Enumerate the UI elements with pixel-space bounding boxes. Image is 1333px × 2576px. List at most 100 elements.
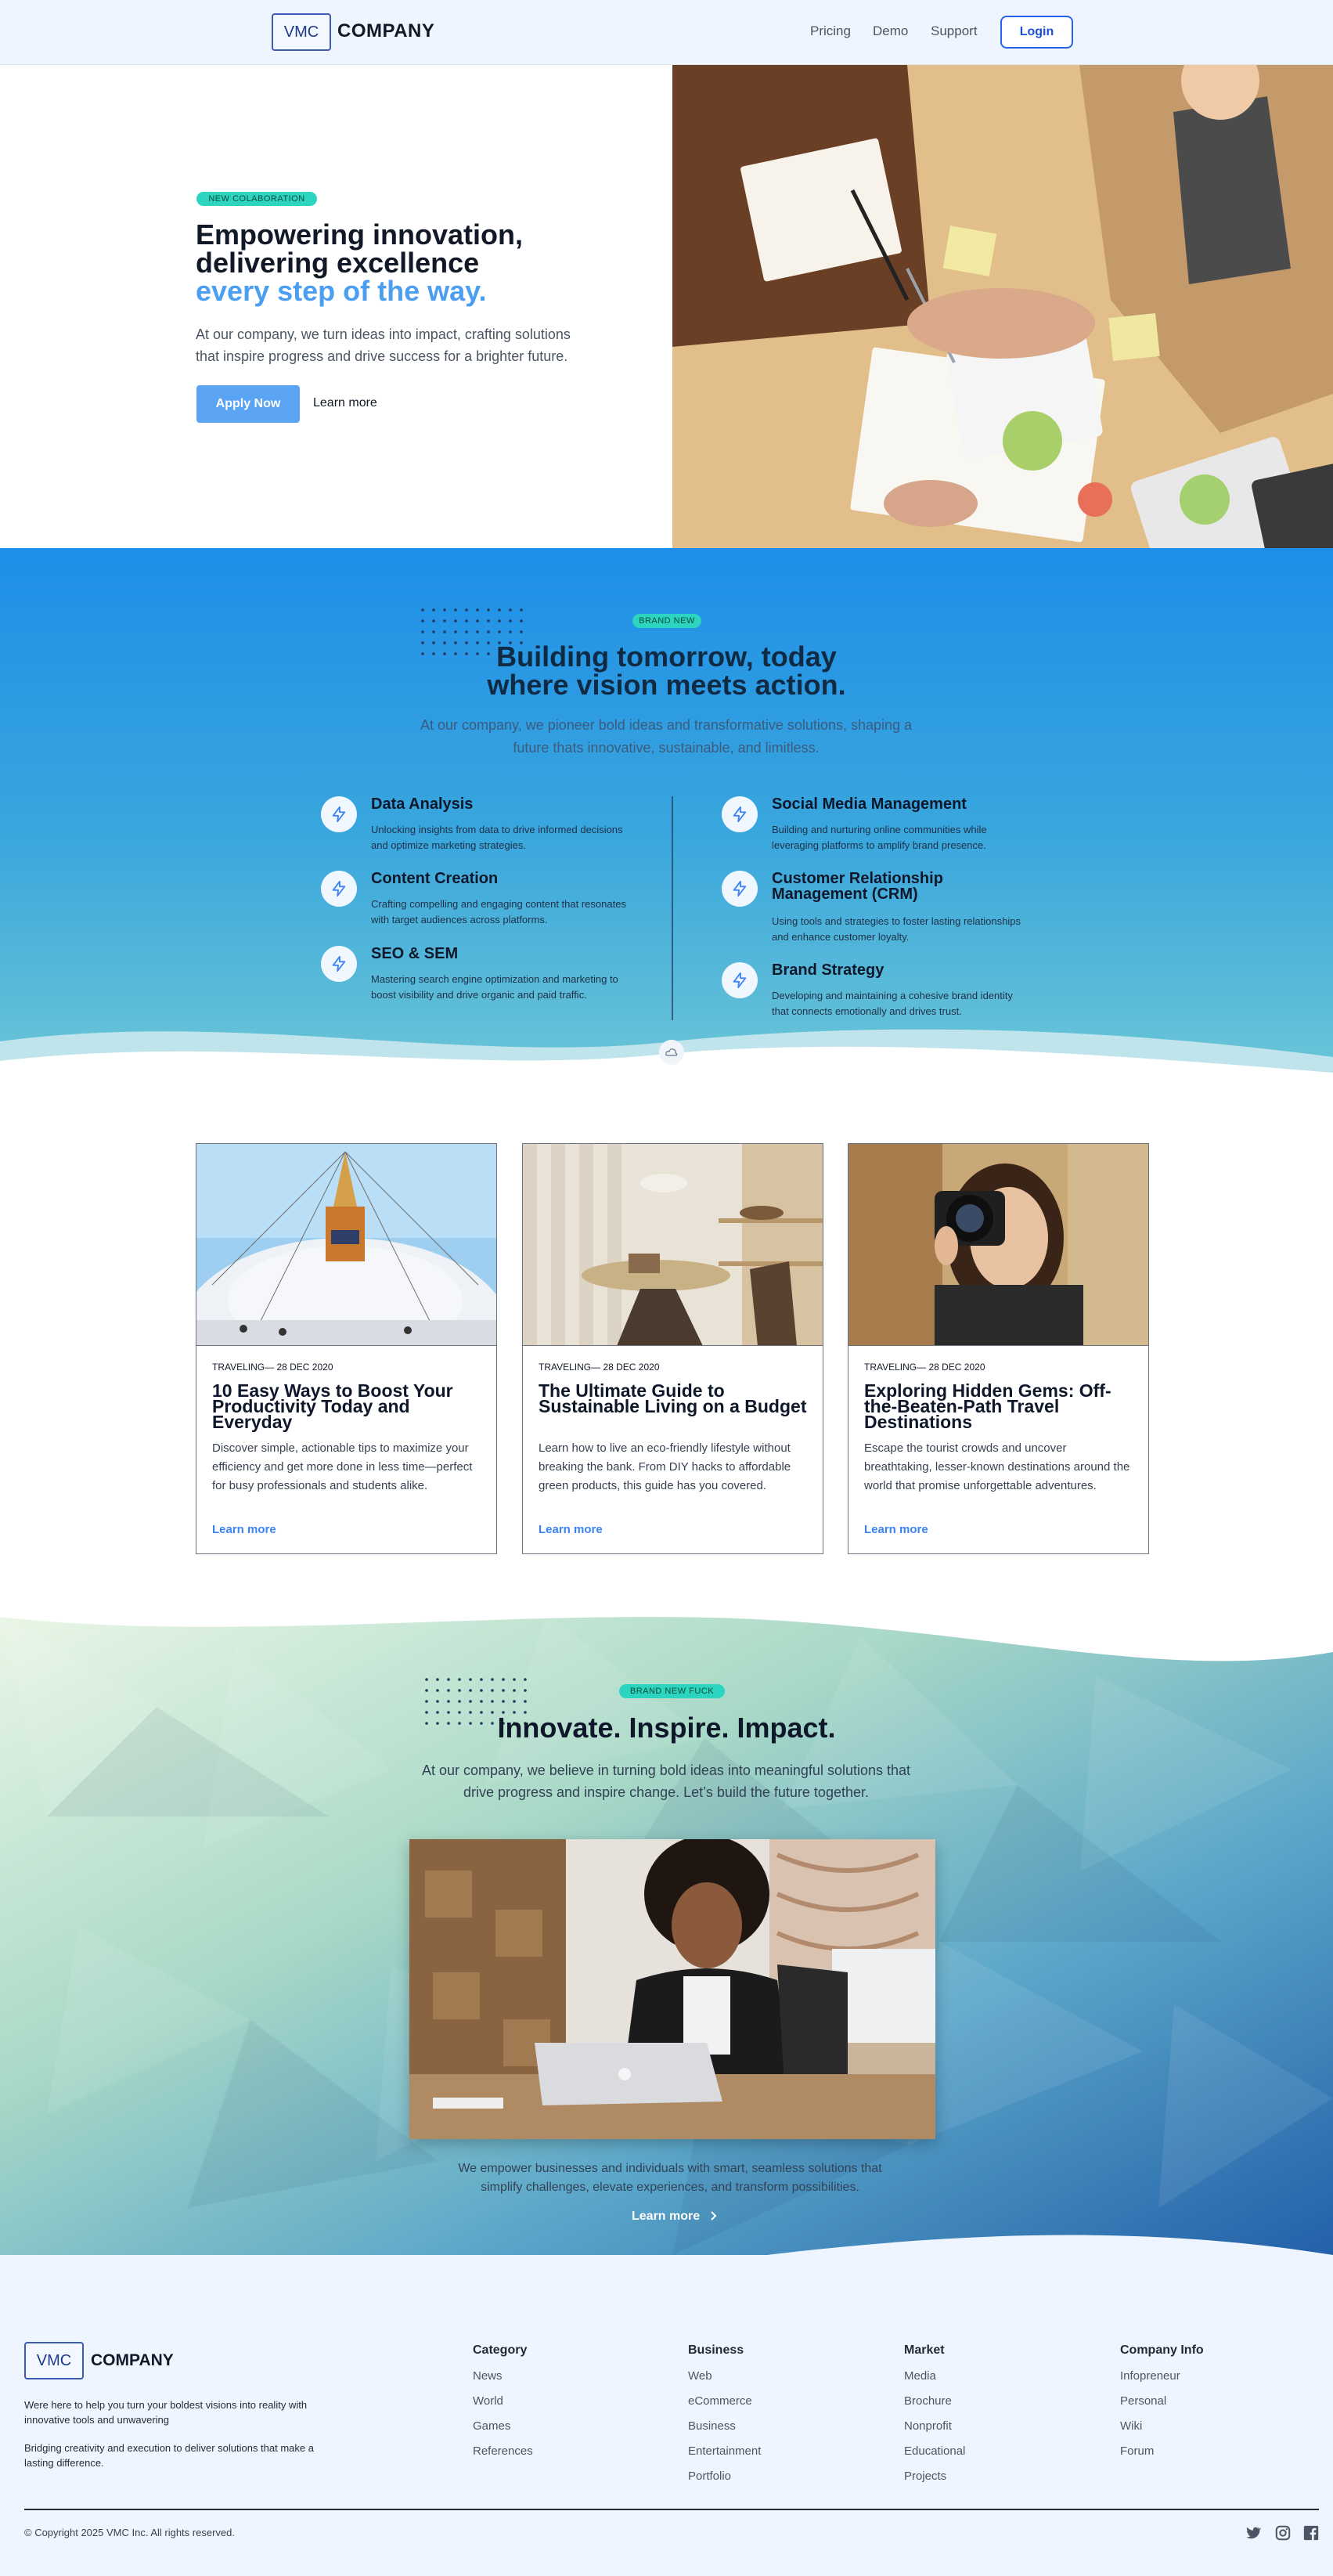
innovate-description: At our company, we believe in turning bo…: [421, 1762, 911, 1800]
card-learn-more-link[interactable]: Learn more: [212, 1523, 276, 1536]
footer-link[interactable]: Web: [688, 2369, 761, 2394]
logo-box[interactable]: VMC: [272, 13, 331, 51]
footer-description-2: Bridging creativity and execution to del…: [24, 2442, 314, 2469]
hero-description: At our company, we turn ideas into impac…: [196, 327, 571, 364]
apply-now-button[interactable]: Apply Now: [196, 385, 300, 423]
card-meta: TRAVELING— 28 DEC 2020: [212, 1362, 333, 1373]
service-name: SEO & SEM: [371, 945, 459, 962]
footer-link[interactable]: Educational: [904, 2444, 965, 2469]
innovate-badge: BRAND NEW FUCK: [619, 1684, 725, 1698]
card-learn-more-link[interactable]: Learn more: [864, 1523, 928, 1536]
footer-description-1: Were here to help you turn your boldest …: [24, 2399, 308, 2426]
card-text: Escape the tourist crowds and uncover br…: [864, 1441, 1130, 1492]
scroll-down-button[interactable]: [659, 1040, 684, 1065]
service-text: Crafting compelling and engaging content…: [371, 898, 626, 925]
cloud-icon: [665, 1048, 678, 1056]
footer-link[interactable]: Forum: [1120, 2444, 1204, 2469]
footer-column-title: Market: [904, 2343, 945, 2357]
hero-title: Empowering innovation, delivering excell…: [196, 221, 634, 305]
footer-copyright: © Copyright 2025 VMC Inc. All rights res…: [24, 2527, 235, 2538]
service-name: Customer Relationship Management (CRM): [772, 870, 943, 903]
innovate-image-woman-laptop: [409, 1839, 935, 2139]
card-image-interior: [523, 1144, 823, 1346]
card-category: TRAVELING: [212, 1362, 265, 1373]
service-text: Unlocking insights from data to drive in…: [371, 824, 623, 851]
card-title[interactable]: The Ultimate Guide to Sustainable Living…: [539, 1382, 809, 1416]
hero-badge: NEW COLABORATION: [196, 192, 317, 206]
card-meta: TRAVELING— 28 DEC 2020: [539, 1362, 660, 1373]
footer-link[interactable]: Nonprofit: [904, 2419, 965, 2444]
card-text: Learn how to live an eco-friendly lifest…: [539, 1441, 791, 1492]
card-date: — 28 DEC 2020: [917, 1362, 985, 1373]
learn-more-label: Learn more: [632, 2210, 701, 2223]
footer-logo-text[interactable]: COMPANY: [91, 2351, 174, 2370]
nav-pricing[interactable]: Pricing: [810, 23, 851, 39]
card-category: TRAVELING: [864, 1362, 917, 1373]
footer-column-market: Market Media Brochure Nonprofit Educatio…: [904, 2343, 965, 2494]
hero-title-line2: delivering excellence: [196, 247, 480, 279]
logo-text[interactable]: COMPANY: [337, 20, 434, 42]
twitter-icon[interactable]: [1244, 2524, 1261, 2542]
services-title-line1: Building tomorrow, today: [496, 640, 837, 673]
card-title[interactable]: Exploring Hidden Gems: Off-the-Beaten-Pa…: [864, 1382, 1134, 1431]
services-description: At our company, we pioneer bold ideas an…: [420, 717, 913, 756]
innovate-subtext: We empower businesses and individuals wi…: [458, 2162, 882, 2194]
footer-link[interactable]: Portfolio: [688, 2469, 761, 2494]
lightning-icon: [321, 946, 357, 982]
card-image-photographer: [848, 1144, 1148, 1346]
footer-link[interactable]: References: [473, 2444, 533, 2469]
facebook-icon[interactable]: [1302, 2524, 1320, 2542]
lightning-icon: [722, 962, 758, 998]
service-text: Using tools and strategies to foster las…: [772, 915, 1021, 943]
login-button[interactable]: Login: [1000, 16, 1073, 49]
service-name: Content Creation: [371, 870, 499, 887]
services-divider: [672, 796, 673, 1020]
lightning-icon: [321, 796, 357, 832]
footer-link[interactable]: News: [473, 2369, 533, 2394]
hero-title-accent: every step of the way.: [196, 275, 487, 307]
footer-link[interactable]: Infopreneur: [1120, 2369, 1204, 2394]
footer-link[interactable]: eCommerce: [688, 2394, 761, 2419]
footer-link[interactable]: Personal: [1120, 2394, 1204, 2419]
service-name: Data Analysis: [371, 796, 474, 813]
innovate-learn-more-link[interactable]: Learn more: [632, 2210, 718, 2224]
footer-link[interactable]: Media: [904, 2369, 965, 2394]
hero-learn-more-link[interactable]: Learn more: [313, 396, 377, 410]
footer-link[interactable]: Entertainment: [688, 2444, 761, 2469]
footer-column-business: Business Web eCommerce Business Entertai…: [688, 2343, 761, 2494]
footer-link[interactable]: World: [473, 2394, 533, 2419]
service-text: Mastering search engine optimization and…: [371, 973, 618, 1001]
footer-column-title: Company Info: [1120, 2343, 1204, 2357]
card-learn-more-link[interactable]: Learn more: [539, 1523, 603, 1536]
footer-link[interactable]: Brochure: [904, 2394, 965, 2419]
card-text: Discover simple, actionable tips to maxi…: [212, 1441, 473, 1492]
nav-support[interactable]: Support: [931, 23, 978, 39]
footer-logo-box[interactable]: VMC: [24, 2342, 84, 2379]
lightning-icon: [321, 871, 357, 907]
card-date: — 28 DEC 2020: [591, 1362, 660, 1373]
services-title-line2: where vision meets action.: [487, 669, 846, 701]
nav-demo[interactable]: Demo: [873, 23, 908, 39]
footer-column-category: Category News World Games References: [473, 2343, 533, 2469]
hero-title-line1: Empowering innovation,: [196, 218, 524, 251]
footer-link[interactable]: Projects: [904, 2469, 965, 2494]
chevron-right-icon: [710, 2211, 717, 2221]
lightning-icon: [722, 796, 758, 832]
footer-divider: [24, 2509, 1319, 2510]
card-title[interactable]: 10 Easy Ways to Boost Your Productivity …: [212, 1382, 482, 1431]
footer-column-title: Category: [473, 2343, 528, 2357]
site-header: VMC COMPANY Pricing Demo Support Login: [0, 0, 1333, 65]
service-name: Brand Strategy: [772, 961, 884, 979]
footer-column-title: Business: [688, 2343, 744, 2357]
blog-card[interactable]: TRAVELING— 28 DEC 2020 Exploring Hidden …: [848, 1143, 1149, 1554]
footer-link[interactable]: Business: [688, 2419, 761, 2444]
blog-card[interactable]: TRAVELING— 28 DEC 2020 10 Easy Ways to B…: [196, 1143, 497, 1554]
service-text: Building and nurturing online communitie…: [772, 824, 987, 851]
footer-link[interactable]: Wiki: [1120, 2419, 1204, 2444]
blog-card[interactable]: TRAVELING— 28 DEC 2020 The Ultimate Guid…: [522, 1143, 823, 1554]
footer-link[interactable]: Games: [473, 2419, 533, 2444]
card-meta: TRAVELING— 28 DEC 2020: [864, 1362, 985, 1373]
service-name: Social Media Management: [772, 796, 967, 813]
instagram-icon[interactable]: [1274, 2524, 1292, 2542]
innovate-title: Innovate. Inspire. Impact.: [497, 1712, 836, 1744]
